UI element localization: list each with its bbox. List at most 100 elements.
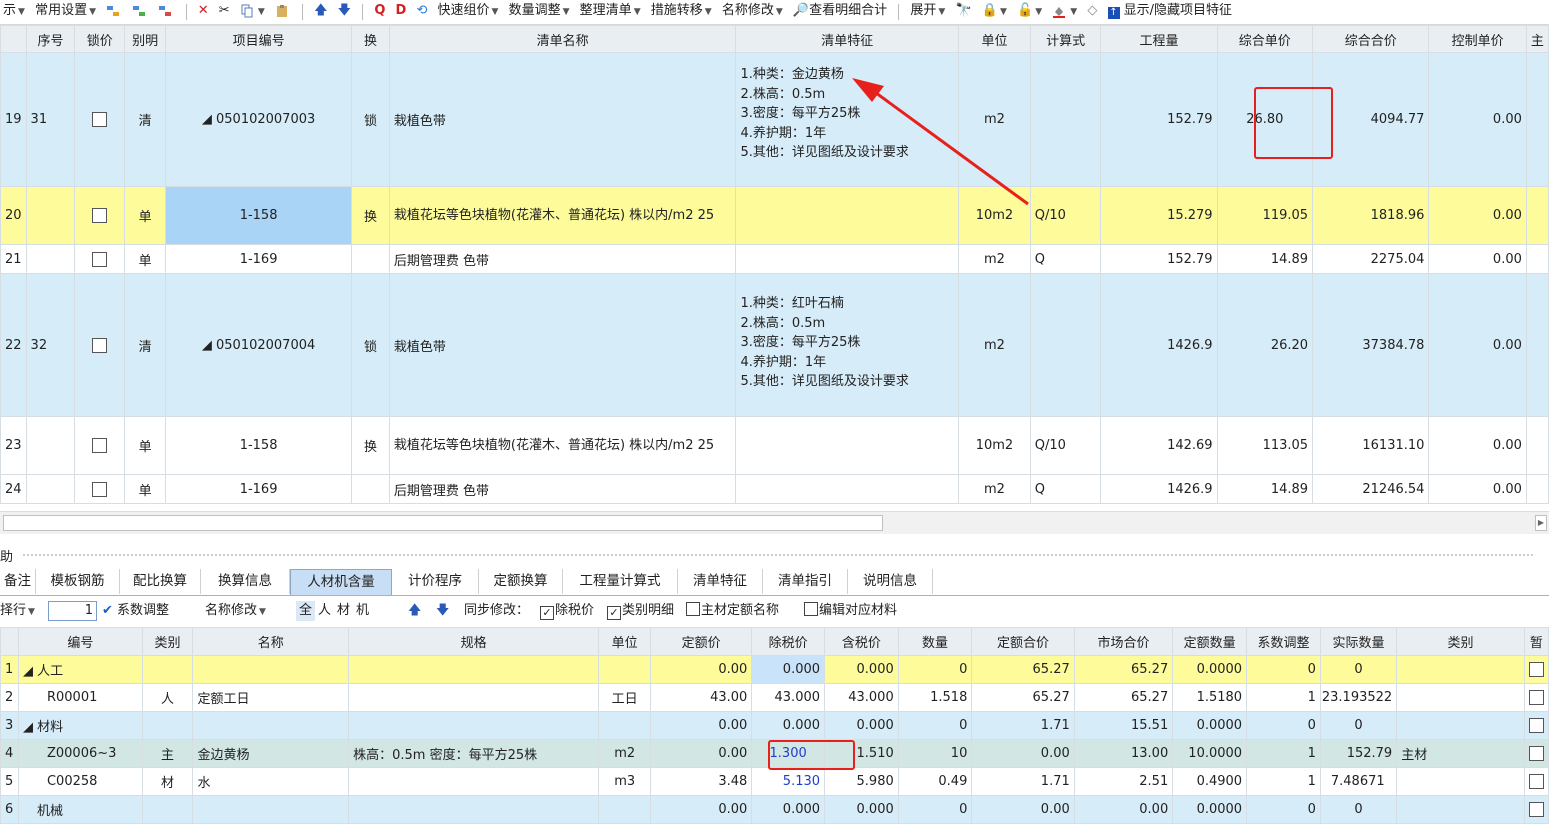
eraser-icon[interactable]: ◇ [1084, 0, 1100, 24]
unit-cell[interactable] [598, 795, 652, 824]
lock-checkbox[interactable] [92, 481, 108, 497]
quota-total-cell[interactable]: 65.27 [971, 683, 1075, 712]
checkbox-box[interactable] [686, 602, 700, 616]
ctrl-price-cell[interactable]: 0.00 [1428, 186, 1527, 245]
name-cell[interactable]: 栽植花坛等色块植物(花灌木、普通花坛) 株以内/m2 25 [388, 186, 737, 245]
seq-cell[interactable]: 31 [25, 52, 76, 187]
name-cell[interactable]: 后期管理费 色带 [388, 474, 737, 504]
main-cell[interactable] [1525, 416, 1549, 475]
toolbar-common-settings[interactable]: 常用设置 ▼ [32, 0, 99, 24]
kind-cell[interactable] [1396, 655, 1525, 684]
measure-transfer-button[interactable]: 措施转移 ▼ [648, 0, 715, 24]
name-cell[interactable]: 栽植色带 [388, 273, 737, 417]
extax-price-cell[interactable]: 5.130 [751, 767, 826, 796]
unit-cell[interactable]: 工日 [598, 683, 652, 712]
lock-checkbox[interactable] [92, 438, 108, 453]
formula-cell[interactable]: Q [1029, 474, 1102, 504]
real-amount-cell[interactable]: 0 [1319, 711, 1398, 740]
code-cell[interactable]: 1-158 [165, 416, 353, 475]
quota-total-cell[interactable]: 65.27 [971, 655, 1075, 684]
col-header-temp[interactable]: 暂 [1523, 627, 1549, 656]
extax-price-cell[interactable]: 0.000 [751, 795, 826, 824]
col-header-ctrl[interactable]: 控制单价 [1428, 25, 1527, 53]
ctrl-price-cell[interactable]: 0.00 [1428, 52, 1527, 187]
formula-cell[interactable]: Q/10 [1029, 416, 1102, 475]
feature-cell[interactable]: 1.种类：红叶石楠 2.株高：0.5m 3.密度：每平方25株 4.养护期：1年… [735, 273, 960, 417]
ctrl-price-cell[interactable]: 0.00 [1428, 474, 1527, 504]
quick-price-button[interactable]: 快速组价 ▼ [435, 0, 502, 24]
main-cell[interactable] [1525, 474, 1549, 504]
lock-checkbox[interactable] [92, 337, 108, 353]
col-header-seq[interactable]: 序号 [25, 25, 76, 53]
price-cell[interactable]: 14.89 [1216, 244, 1314, 274]
code-cell[interactable]: ◢ 050102007003 [165, 52, 353, 187]
toggle-feature-button[interactable]: ↑ 显示/隐藏项目特征 [1105, 0, 1236, 24]
move-up-icon[interactable]: 🡅 [408, 601, 421, 621]
amount-cell[interactable]: 0 [897, 655, 973, 684]
move-down-icon[interactable]: 🡇 [335, 0, 354, 24]
extax-price-cell[interactable]: 43.000 [751, 683, 826, 712]
unit-cell[interactable]: 10m2 [958, 186, 1031, 245]
code-cell[interactable]: ◢ 050102007004 [165, 273, 353, 417]
col-header-quota-total[interactable]: 定额合价 [971, 627, 1075, 656]
panel-drag-handle[interactable] [22, 553, 1533, 557]
table-row-selected[interactable]: 20 单 1-158 换 栽植花坛等色块植物(花灌木、普通花坛) 株以内/m2 … [0, 186, 1549, 245]
name-cell[interactable]: 水 [192, 767, 350, 796]
code-cell[interactable]: 1-169 [165, 244, 353, 274]
scrollbar-thumb[interactable] [3, 515, 883, 531]
feature-cell[interactable] [735, 474, 960, 504]
amount-cell[interactable]: 0 [897, 711, 973, 740]
price-cell[interactable]: 113.05 [1216, 416, 1314, 475]
col-header-code[interactable]: 编号 [17, 627, 143, 656]
quota-amount-cell[interactable]: 0.4900 [1172, 767, 1248, 796]
col-header-swap[interactable]: 换 [351, 25, 390, 53]
lock-checkbox-cell[interactable] [74, 186, 126, 245]
temp-checkbox[interactable] [1528, 718, 1544, 733]
temp-checkbox[interactable] [1528, 802, 1544, 817]
checkbox-edit-material[interactable]: 编辑对应材料 [804, 601, 897, 621]
temp-checkbox[interactable] [1528, 746, 1544, 761]
binoculars-icon[interactable]: 🔭 [952, 0, 974, 24]
feature-cell[interactable] [735, 416, 960, 475]
type-cell[interactable]: 单 [124, 416, 167, 475]
tab-pricing-procedure[interactable]: 计价程序 [392, 569, 479, 594]
col-header-quota-price[interactable]: 定额价 [650, 627, 753, 656]
checkbox-main-material-name[interactable]: 主材定额名称 [686, 601, 779, 621]
expand-button[interactable]: 展开 ▼ [907, 0, 948, 24]
rename-dropdown[interactable]: 名称修改 ▼ [205, 601, 266, 622]
market-total-cell[interactable]: 65.27 [1073, 683, 1174, 712]
tab-mix-conversion[interactable]: 配比换算 [120, 569, 201, 594]
spec-cell[interactable] [348, 711, 600, 740]
kind-cell[interactable] [1396, 767, 1525, 796]
filter-all[interactable]: 全 [296, 601, 316, 621]
swap-cell[interactable] [351, 474, 390, 504]
tab-labor-material-machine[interactable]: 人材机含量 [290, 569, 392, 595]
col-header-main[interactable]: 主 [1525, 25, 1549, 53]
real-amount-cell[interactable]: 0 [1319, 655, 1398, 684]
coef-cell[interactable]: 1 [1246, 739, 1321, 768]
seq-cell[interactable] [25, 244, 76, 274]
qty-adjust-button[interactable]: 数量调整 ▼ [506, 0, 573, 24]
name-cell[interactable] [192, 711, 350, 740]
spec-cell[interactable] [348, 683, 600, 712]
code-cell[interactable]: ◢ 人工 [17, 655, 143, 684]
coef-adjust-button[interactable]: ✔ 系数调整 [102, 601, 169, 621]
tab-conversion-info[interactable]: 换算信息 [201, 569, 290, 594]
feature-cell[interactable]: 1.种类：金边黄杨 2.株高：0.5m 3.密度：每平方25株 4.养护期：1年… [735, 52, 960, 187]
code-cell[interactable]: 1-158 [165, 186, 353, 245]
code-cell[interactable]: ◢ 材料 [17, 711, 143, 740]
temp-checkbox[interactable] [1528, 662, 1544, 677]
market-total-cell[interactable]: 15.51 [1073, 711, 1174, 740]
category-cell[interactable]: 材 [141, 767, 194, 796]
market-total-cell[interactable]: 2.51 [1073, 767, 1174, 796]
intax-price-cell[interactable]: 5.980 [824, 767, 899, 796]
swap-cell[interactable]: 换 [351, 186, 390, 245]
seq-cell[interactable] [25, 416, 76, 475]
intax-price-cell[interactable]: 0.000 [824, 795, 899, 824]
swap-cell[interactable]: 锁 [351, 52, 390, 187]
coef-cell[interactable]: 0 [1246, 795, 1321, 824]
category-cell[interactable]: 主 [141, 739, 194, 768]
amount-cell[interactable]: 10 [897, 739, 973, 768]
col-header-category[interactable]: 类别 [141, 627, 194, 656]
scroll-right-arrow-icon[interactable]: ▶ [1535, 515, 1547, 531]
